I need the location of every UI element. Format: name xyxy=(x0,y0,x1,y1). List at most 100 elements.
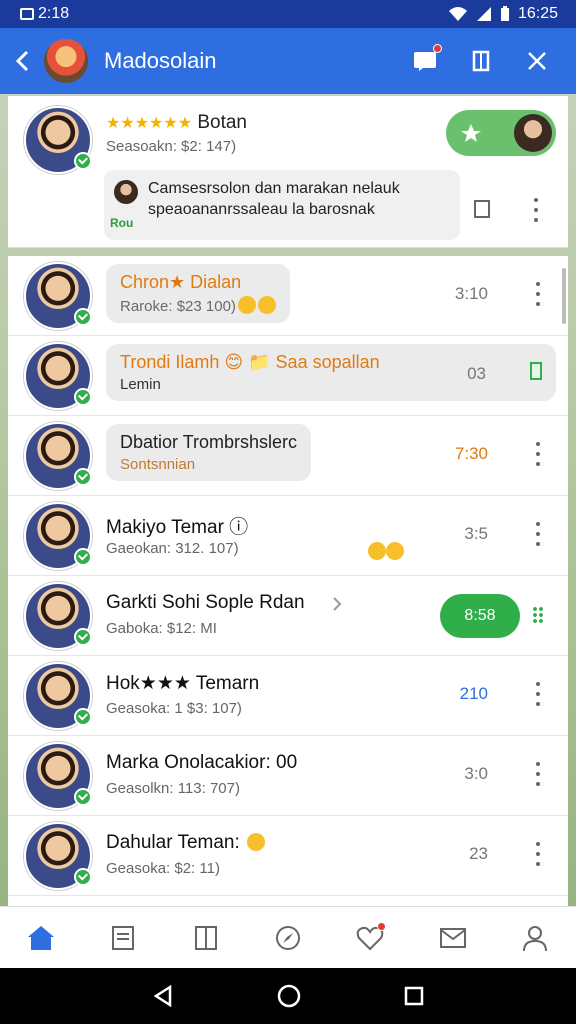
avatar xyxy=(24,582,92,650)
panel-icon xyxy=(472,50,490,72)
avatar xyxy=(24,106,92,174)
chevron-left-icon xyxy=(15,50,29,72)
time-pill-button[interactable]: 8:58 xyxy=(440,594,520,638)
online-badge xyxy=(74,308,92,326)
top-card-subtitle: Seasoakn: $2: 147) xyxy=(106,138,237,155)
smile-emoji-icon xyxy=(257,296,276,314)
avatar xyxy=(24,262,92,330)
chevron-right-icon xyxy=(333,597,342,611)
rating-stars: ★★★★★★ xyxy=(106,115,193,132)
bottom-nav xyxy=(0,906,576,968)
nav-profile[interactable] xyxy=(513,916,557,960)
more-options-button[interactable] xyxy=(532,842,544,866)
online-badge xyxy=(74,548,92,566)
status-time-right: 16:25 xyxy=(517,5,558,22)
more-options-button[interactable] xyxy=(532,682,544,706)
contact-time: 23 xyxy=(469,844,488,863)
list-item[interactable]: Garkti Sohi Sople Rdan Gaboka: $12: MI 8… xyxy=(8,576,568,656)
nav-inbox[interactable] xyxy=(431,916,475,960)
message-preview[interactable]: Camsesrsolon dan marakan nelauk speaoana… xyxy=(104,170,460,240)
contact-subtitle: Gaeokan: 312. 107) xyxy=(106,540,239,557)
more-options-button[interactable] xyxy=(532,522,544,546)
contact-subtitle: Raroke: $23 100) xyxy=(120,296,276,315)
panel-icon xyxy=(194,925,217,950)
contact-name: Makiyo Temar ⓘ xyxy=(106,517,249,538)
notification-icon xyxy=(20,8,34,20)
app-title: Madosolain xyxy=(104,48,217,73)
avatar xyxy=(24,342,92,410)
list-item[interactable]: Hok★★★ Temarn Geasoka: 1 $3: 107) 210 xyxy=(8,656,568,736)
contact-name: Hok★★★ Temarn xyxy=(106,673,260,694)
wifi-icon xyxy=(448,7,467,21)
recents-square-icon[interactable] xyxy=(404,986,424,1006)
contact-subtitle: Geasolkn: 113: 707) xyxy=(106,780,240,797)
list-item[interactable]: Dahular Teman: Geasoka: $2: 11) 23 xyxy=(8,816,568,896)
contact-list: Chron★ Dialan Raroke: $23 100) 3:10 Tron… xyxy=(8,256,568,906)
toggle-avatar xyxy=(514,114,552,152)
compass-icon xyxy=(275,925,300,950)
smile-emoji-icon xyxy=(386,542,404,560)
home-icon xyxy=(28,925,55,950)
more-options-button[interactable] xyxy=(530,198,542,222)
call-toggle[interactable] xyxy=(446,110,556,156)
message-button[interactable] xyxy=(412,44,442,74)
message-icon xyxy=(414,52,436,71)
online-badge xyxy=(74,788,92,806)
mail-icon xyxy=(439,927,466,948)
online-badge xyxy=(74,152,92,170)
close-button[interactable] xyxy=(524,48,550,74)
contact-time: 3:0 xyxy=(464,764,488,783)
nav-panel[interactable] xyxy=(184,916,228,960)
chat-bubble: Dbatior Trombrshslerc Sontsnnian xyxy=(106,424,312,481)
status-bar: 2:18 16:25 xyxy=(0,0,576,28)
panel-button[interactable] xyxy=(468,48,494,74)
contact-time: 7:30 xyxy=(454,444,488,463)
system-nav-bar xyxy=(0,968,576,1024)
contact-time: 210 xyxy=(459,684,488,703)
status-left: 2:18 xyxy=(20,5,69,23)
person-icon xyxy=(522,925,547,951)
contact-name: Garkti Sohi Sople Rdan xyxy=(106,592,305,613)
top-card-title: ★★★★★★ Botan xyxy=(106,112,247,134)
contact-subtitle: Geasoka: $2: 11) xyxy=(106,860,220,877)
avatar xyxy=(24,502,92,570)
contact-subtitle: Geasoka: 1 $3: 107) xyxy=(106,700,242,717)
nav-notes[interactable] xyxy=(101,916,145,960)
contact-name: Marka Onolacakior: 00 xyxy=(106,752,298,773)
chat-bubble: Trondi Ilamh 😊 📁 Saa sopallan Lemin xyxy=(106,344,556,401)
top-contact-card[interactable]: ★★★★★★ Botan Seasoakn: $2: 147) Camsesrs… xyxy=(8,96,568,248)
back-triangle-icon[interactable] xyxy=(152,985,174,1007)
more-options-button[interactable] xyxy=(532,762,544,786)
list-item[interactable]: Dbatior Trombrshslerc Sontsnnian 7:30 xyxy=(8,416,568,496)
contact-name-text: Dahular Teman: xyxy=(106,832,240,853)
more-options-button[interactable] xyxy=(532,282,544,306)
avatar xyxy=(24,822,92,890)
app-logo xyxy=(44,39,88,83)
message-text: Camsesrsolon dan marakan nelauk speaoana… xyxy=(148,180,400,218)
home-circle-icon[interactable] xyxy=(277,984,301,1008)
avatar xyxy=(24,422,92,490)
smile-emoji-icon xyxy=(247,833,266,851)
online-badge xyxy=(74,388,92,406)
grid-icon[interactable] xyxy=(532,606,544,624)
panel-icon[interactable] xyxy=(474,200,490,218)
nav-favorites[interactable] xyxy=(348,916,392,960)
contact-time: 3:10 xyxy=(454,284,488,303)
back-button[interactable] xyxy=(0,28,44,94)
list-item[interactable]: Trondi Ilamh 😊 📁 Saa sopallan Lemin 03 xyxy=(8,336,568,416)
online-badge xyxy=(74,468,92,486)
more-options-button[interactable] xyxy=(532,442,544,466)
list-item[interactable]: Makiyo Temar ⓘ Gaeokan: 312. 107) 3:5 xyxy=(8,496,568,576)
nav-home[interactable] xyxy=(19,916,63,960)
nav-explore[interactable] xyxy=(266,916,310,960)
contact-time: 3:5 xyxy=(464,524,488,543)
list-item[interactable]: Marka Onolacakior: 00 Geasolkn: 113: 707… xyxy=(8,736,568,816)
close-icon xyxy=(528,52,546,70)
contact-name: Dahular Teman: xyxy=(106,832,266,854)
sender-avatar xyxy=(114,180,138,204)
list-item[interactable]: Chron★ Dialan Raroke: $23 100) 3:10 xyxy=(8,256,568,336)
bookmark-icon[interactable] xyxy=(530,362,542,380)
app-actions xyxy=(412,44,576,74)
notification-badge xyxy=(433,44,442,53)
top-card-name: Botan xyxy=(197,112,247,133)
